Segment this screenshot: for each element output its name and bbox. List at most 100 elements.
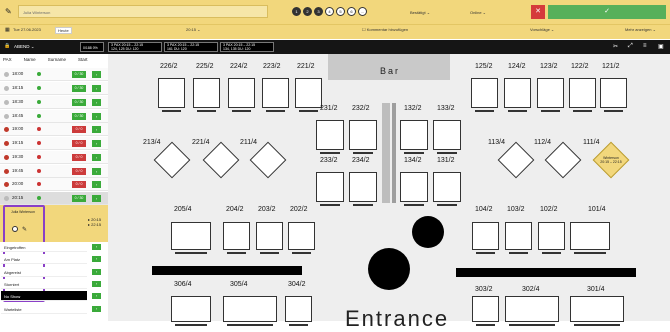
status-menu-item[interactable]: Eingetroffen <box>1 242 87 252</box>
status-menu-item[interactable]: Abgereist <box>1 267 87 277</box>
column-start[interactable]: Start <box>78 57 88 62</box>
status-menu-item[interactable]: Am Platz <box>1 254 87 264</box>
timeslot-row[interactable]: 18:15 0 / 30 › <box>0 82 108 95</box>
slot-open-button[interactable]: › <box>92 195 101 202</box>
slot-open-button[interactable]: › <box>92 181 101 188</box>
edit-booking-icon[interactable]: ✎ <box>22 226 27 233</box>
slot-open-button[interactable]: › <box>92 244 101 250</box>
waitlist-card[interactable]: 3 PAX 20:15 – 22:15 124, 125 DU: 120 <box>108 42 162 52</box>
table[interactable] <box>285 296 312 322</box>
add-comment-button[interactable]: ☐ Kommentar hinzufügen <box>362 27 408 32</box>
reservation-tag[interactable]: Winterson 20:15 – 22:15 <box>597 156 625 164</box>
booking-options-icon[interactable]: … <box>12 226 18 232</box>
table[interactable] <box>349 172 377 202</box>
timeslot-row[interactable]: 18:30 0 / 30 › <box>0 96 108 109</box>
table[interactable] <box>400 120 428 150</box>
online-select[interactable]: Online ⌄ <box>470 10 486 15</box>
menu-icon[interactable]: ≡ <box>643 43 647 49</box>
party-size-3[interactable]: 3 <box>314 7 323 16</box>
table[interactable] <box>316 120 344 150</box>
edit-icon[interactable]: ✎ <box>5 7 12 16</box>
today-button[interactable]: Heute <box>55 27 72 34</box>
table[interactable] <box>504 78 531 108</box>
column-name[interactable]: Name <box>24 57 36 62</box>
table[interactable] <box>600 78 627 108</box>
slot-open-button[interactable]: › <box>92 113 101 120</box>
timeslot-row[interactable]: 18:00 0 / 30 › <box>0 68 108 81</box>
party-size-4[interactable]: 4 <box>325 7 334 16</box>
slot-open-button[interactable]: › <box>92 269 101 275</box>
fullscreen-icon[interactable]: ⤢ <box>628 43 633 50</box>
party-size-6[interactable]: 6 <box>347 7 356 16</box>
timeslot-row[interactable]: 19:30 0 / 0 › <box>0 151 108 164</box>
table[interactable] <box>569 78 596 108</box>
confirm-button[interactable]: ✓ <box>548 5 666 19</box>
layout-icon[interactable]: ▣ <box>658 43 664 50</box>
timeslot-row[interactable]: 20:00 0 / 0 › <box>0 178 108 191</box>
timeslot-row[interactable]: 18:45 0 / 30 › <box>0 110 108 123</box>
table-label: 205/4 <box>174 206 192 213</box>
column-pax[interactable]: PAX <box>3 57 12 62</box>
slot-open-button[interactable]: › <box>92 281 101 287</box>
timeslot-row[interactable]: 20:15 0 / 30 › <box>0 192 108 205</box>
time-select[interactable]: 20:15 ⌄ <box>186 27 200 32</box>
table[interactable] <box>538 222 565 250</box>
date-picker[interactable]: Tue 27.06.2023 <box>13 27 41 32</box>
table[interactable] <box>223 296 277 322</box>
slot-open-button[interactable]: › <box>92 99 101 106</box>
slot-open-button[interactable]: › <box>92 71 101 78</box>
status-menu-item[interactable]: No Show <box>1 291 87 301</box>
table[interactable] <box>570 222 610 250</box>
suggestions-select[interactable]: Vorschläge ⌄ <box>530 27 554 32</box>
table[interactable] <box>288 222 315 250</box>
slot-open-button[interactable]: › <box>92 293 101 299</box>
timeslot-row[interactable]: 19:45 0 / 0 › <box>0 165 108 178</box>
table[interactable] <box>472 222 499 250</box>
table[interactable] <box>295 78 322 108</box>
slot-open-button[interactable]: › <box>92 140 101 147</box>
search-input[interactable]: Julia Winterson <box>18 5 268 18</box>
status-menu-item[interactable]: Storniert <box>1 279 87 289</box>
table[interactable] <box>256 222 283 250</box>
party-size-5[interactable]: 5 <box>336 7 345 16</box>
table[interactable] <box>400 172 428 202</box>
tools-icon[interactable]: ✂ <box>613 43 618 50</box>
table[interactable] <box>472 296 499 322</box>
table[interactable] <box>193 78 220 108</box>
slot-open-button[interactable]: › <box>92 85 101 92</box>
table[interactable] <box>316 172 344 202</box>
table[interactable] <box>433 120 461 150</box>
lock-icon[interactable]: 🔒 <box>4 43 10 49</box>
table[interactable] <box>537 78 564 108</box>
party-size-more[interactable]: … <box>358 7 367 16</box>
waitlist-card[interactable]: 3 PAX 20:15 – 22:15 161 DU: 120 <box>164 42 218 52</box>
timeslot-row[interactable]: 19:00 0 / 0 › <box>0 123 108 136</box>
status-menu-item[interactable]: Warteliste <box>1 304 87 314</box>
table[interactable] <box>433 172 461 202</box>
table[interactable] <box>228 78 255 108</box>
waitlist-card[interactable]: 3 PAX 20:15 – 22:15 134, 135 DU: 120 <box>220 42 274 52</box>
area-select[interactable]: ABEND ⌄ <box>14 44 35 50</box>
column-surname[interactable]: Surname <box>48 57 66 62</box>
slot-open-button[interactable]: › <box>92 154 101 161</box>
close-button[interactable]: ✕ <box>531 5 545 19</box>
table[interactable] <box>158 78 185 108</box>
table[interactable] <box>471 78 498 108</box>
table[interactable] <box>349 120 377 150</box>
table[interactable] <box>171 222 211 250</box>
table[interactable] <box>570 296 624 322</box>
slot-open-button[interactable]: › <box>92 168 101 175</box>
table[interactable] <box>505 222 532 250</box>
table[interactable] <box>223 222 250 250</box>
status-select[interactable]: Bestätigt ⌄ <box>410 10 430 15</box>
party-size-2[interactable]: 2 <box>303 7 312 16</box>
timeslot-row[interactable]: 19:15 0 / 0 › <box>0 137 108 150</box>
table[interactable] <box>262 78 289 108</box>
more-select[interactable]: Mehr anzeigen ⌄ <box>625 27 656 32</box>
party-size-1[interactable]: 1 <box>292 7 301 16</box>
slot-open-button[interactable]: › <box>92 256 101 262</box>
slot-open-button[interactable]: › <box>92 126 101 133</box>
slot-open-button[interactable]: › <box>92 306 101 312</box>
table[interactable] <box>171 296 211 322</box>
table[interactable] <box>505 296 559 322</box>
